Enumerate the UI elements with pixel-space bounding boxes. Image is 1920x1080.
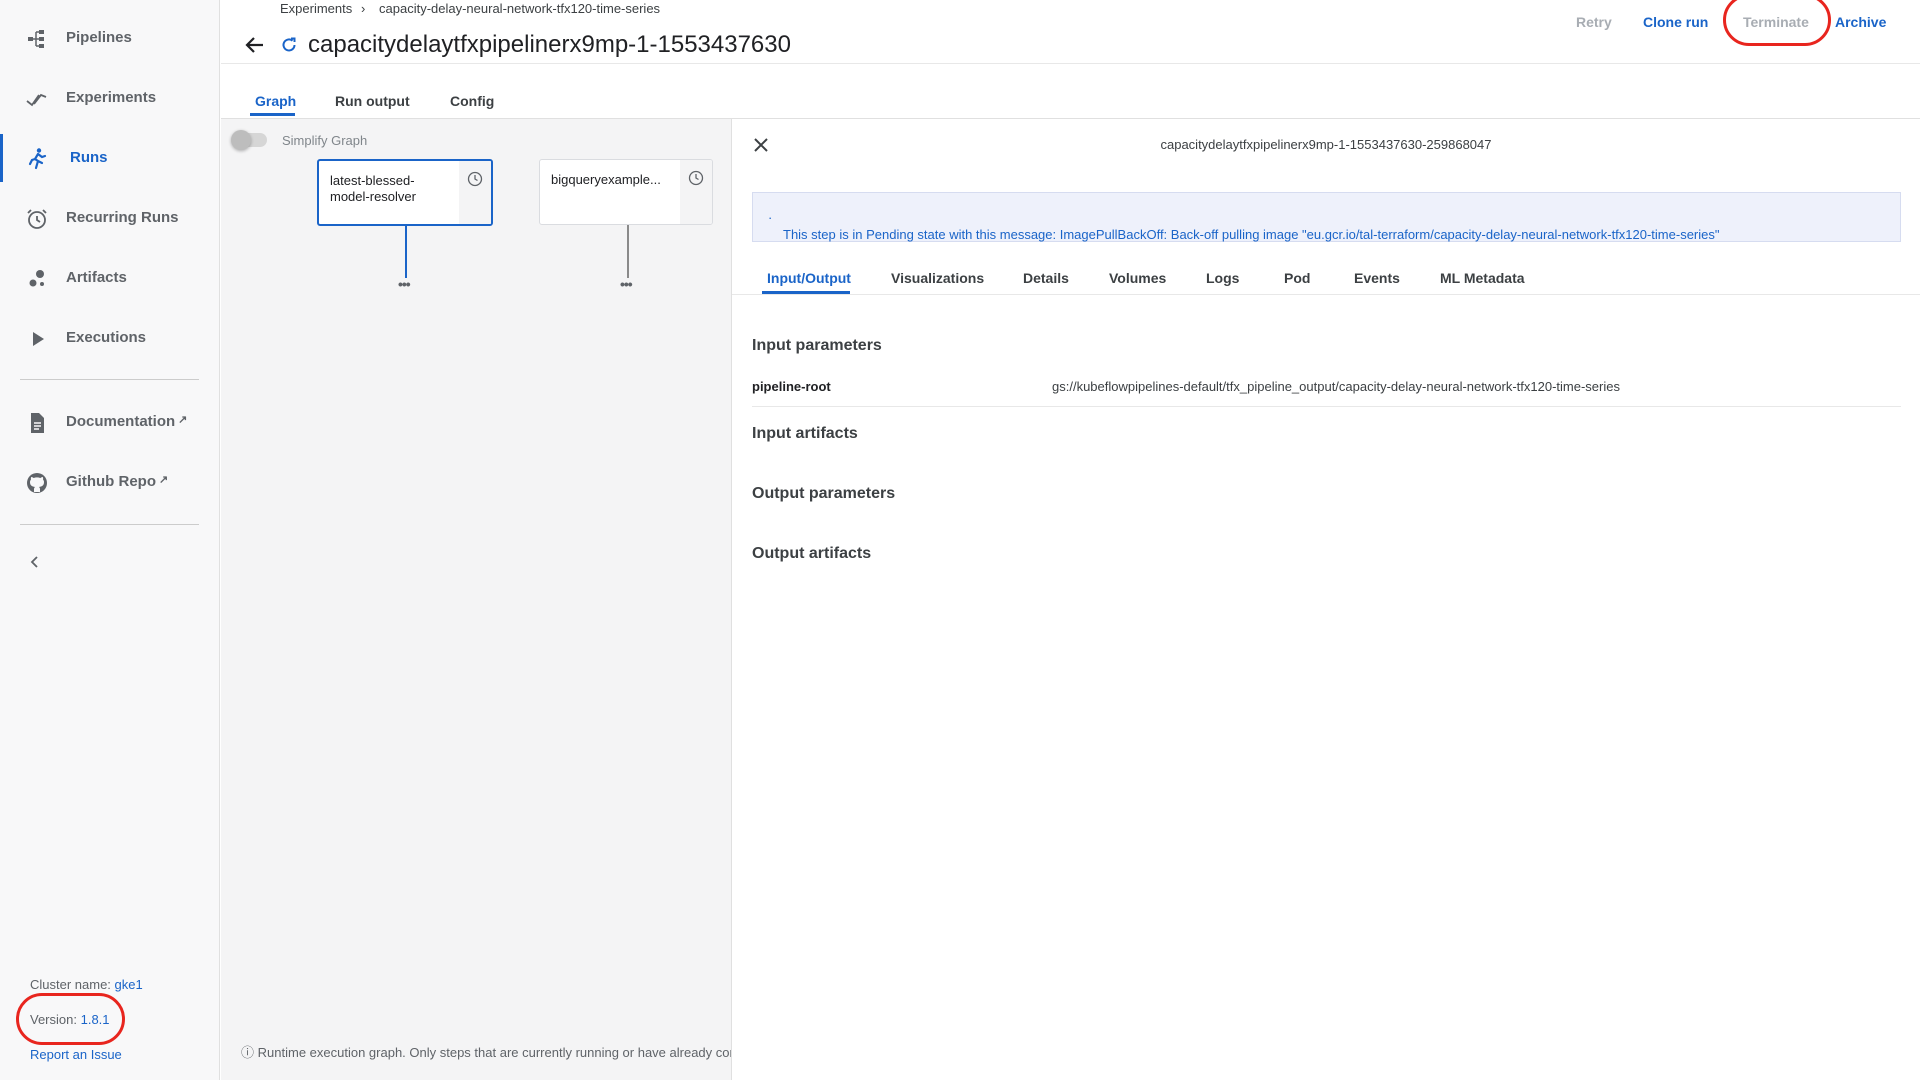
page-title: capacitydelaytfxpipelinerx9mp-1-15534376…: [308, 31, 791, 58]
graph-canvas: Simplify Graph latest-blessed-model-reso…: [221, 118, 731, 1080]
external-link-icon: ↗: [178, 414, 188, 426]
cluster-name: Cluster name: gke1: [30, 977, 143, 992]
sidebar-item-label: Runs: [70, 149, 108, 166]
more-steps-indicator[interactable]: •••: [398, 276, 411, 292]
banner-message: · This step is in Pending state with thi…: [768, 210, 1720, 242]
param-value: gs://kubeflowpipelines-default/tfx_pipel…: [1052, 379, 1620, 394]
sidebar-item-label: Pipelines: [66, 29, 132, 46]
pipelines-icon: [28, 30, 44, 48]
sidebar-link-github[interactable]: Github Repo ↗: [0, 462, 219, 502]
experiments-icon: [26, 93, 47, 107]
panel-title: capacitydelaytfxpipelinerx9mp-1-15534376…: [1160, 137, 1492, 152]
breadcrumb-separator: ›: [361, 1, 366, 16]
alarm-clock-icon: [27, 209, 47, 229]
sidebar-item-executions[interactable]: Executions: [0, 318, 219, 358]
tab-events[interactable]: Events: [1354, 270, 1400, 286]
step-details-panel: capacitydelaytfxpipelinerx9mp-1-15534376…: [731, 118, 1920, 1080]
node-status-area: [680, 160, 712, 224]
archive-button[interactable]: Archive: [1835, 14, 1886, 30]
node-label: latest-blessed-model-resolver: [330, 173, 416, 204]
param-row: pipeline-root gs://kubeflowpipelines-def…: [752, 379, 1901, 407]
header-divider: [221, 63, 1920, 64]
documentation-link: Documentation ↗: [66, 413, 187, 430]
tab-run-output[interactable]: Run output: [335, 93, 410, 109]
sidebar-item-artifacts[interactable]: Artifacts: [0, 258, 219, 298]
pending-state-banner: · This step is in Pending state with thi…: [752, 192, 1901, 242]
running-status-icon: [282, 37, 296, 52]
simplify-graph-toggle[interactable]: [231, 130, 267, 150]
breadcrumb-experiment-name[interactable]: capacity-delay-neural-network-tfx120-tim…: [379, 1, 660, 16]
active-tab-indicator: [250, 113, 295, 116]
tab-visualizations[interactable]: Visualizations: [891, 270, 984, 286]
document-icon: [31, 413, 44, 433]
sidebar-item-experiments[interactable]: Experiments: [0, 78, 219, 118]
tab-ml-metadata[interactable]: ML Metadata: [1440, 270, 1525, 286]
simplify-graph-label: Simplify Graph: [282, 133, 368, 148]
external-link-icon: ↗: [159, 474, 169, 486]
version: Version: 1.8.1: [30, 1012, 110, 1027]
tab-graph[interactable]: Graph: [255, 93, 296, 109]
graph-edge: [405, 226, 407, 278]
tab-config[interactable]: Config: [450, 93, 494, 109]
version-label: Version:: [30, 1012, 77, 1027]
graph-footer-text: Runtime execution graph. Only steps that…: [257, 1045, 731, 1060]
more-steps-indicator[interactable]: •••: [620, 276, 633, 292]
param-key: pipeline-root: [752, 379, 831, 394]
runs-icon: [28, 148, 47, 170]
sidebar-item-label: Artifacts: [66, 269, 127, 286]
report-issue: Report an Issue: [30, 1047, 122, 1062]
output-parameters-heading: Output parameters: [752, 485, 896, 502]
tab-volumes[interactable]: Volumes: [1109, 270, 1166, 286]
tabs-divider: [732, 294, 1920, 295]
pending-clock-icon: [688, 170, 704, 186]
sidebar-item-label: Executions: [66, 329, 147, 346]
tab-pod[interactable]: Pod: [1284, 270, 1310, 286]
retry-button[interactable]: Retry: [1576, 14, 1612, 30]
node-label: bigqueryexample...: [551, 172, 661, 187]
clone-run-button[interactable]: Clone run: [1643, 14, 1708, 30]
cluster-name-label: Cluster name:: [30, 977, 111, 992]
sidebar-item-label: Recurring Runs: [66, 209, 179, 226]
sidebar: Pipelines Experiments Runs Recurring Run…: [0, 0, 220, 1080]
artifacts-icon: [29, 270, 44, 287]
graph-edge: [627, 225, 629, 278]
collapse-sidebar-icon[interactable]: [25, 552, 45, 572]
node-status-area: [459, 161, 491, 224]
report-issue-link[interactable]: Report an Issue: [30, 1047, 122, 1062]
graph-node-bigqueryexample[interactable]: bigqueryexample...: [539, 159, 713, 225]
terminate-button[interactable]: Terminate: [1743, 14, 1809, 30]
github-link: Github Repo ↗: [66, 473, 168, 490]
toggle-knob: [231, 130, 251, 150]
tab-input-output[interactable]: Input/Output: [767, 270, 851, 286]
pending-clock-icon: [467, 171, 483, 187]
sidebar-item-runs[interactable]: Runs: [0, 134, 219, 182]
github-icon: [27, 473, 47, 493]
input-artifacts-heading: Input artifacts: [752, 425, 858, 442]
sidebar-divider: [20, 379, 199, 380]
github-label: Github Repo: [66, 473, 156, 490]
banner-text: This step is in Pending state with this …: [783, 227, 1720, 242]
output-artifacts-heading: Output artifacts: [752, 545, 872, 562]
graph-node-latest-blessed-model-resolver[interactable]: latest-blessed-model-resolver: [317, 159, 493, 226]
tab-logs[interactable]: Logs: [1206, 270, 1239, 286]
sidebar-divider: [20, 524, 199, 525]
tab-details[interactable]: Details: [1023, 270, 1069, 286]
app-root: Pipelines Experiments Runs Recurring Run…: [0, 0, 1920, 1080]
breadcrumb-experiments[interactable]: Experiments: [280, 1, 352, 16]
input-parameters-heading: Input parameters: [752, 337, 882, 354]
back-arrow-icon[interactable]: [244, 34, 266, 56]
cluster-name-value[interactable]: gke1: [115, 977, 143, 992]
documentation-label: Documentation: [66, 413, 176, 430]
sidebar-item-pipelines[interactable]: Pipelines: [0, 18, 219, 58]
sidebar-item-recurring-runs[interactable]: Recurring Runs: [0, 198, 219, 238]
info-icon: ⓘ: [241, 1045, 255, 1060]
sidebar-link-documentation[interactable]: Documentation ↗: [0, 402, 219, 442]
version-value[interactable]: 1.8.1: [81, 1012, 110, 1027]
sidebar-item-label: Experiments: [66, 89, 157, 106]
play-icon: [33, 332, 44, 346]
graph-footer-note: ⓘ Runtime execution graph. Only steps th…: [241, 1042, 731, 1061]
